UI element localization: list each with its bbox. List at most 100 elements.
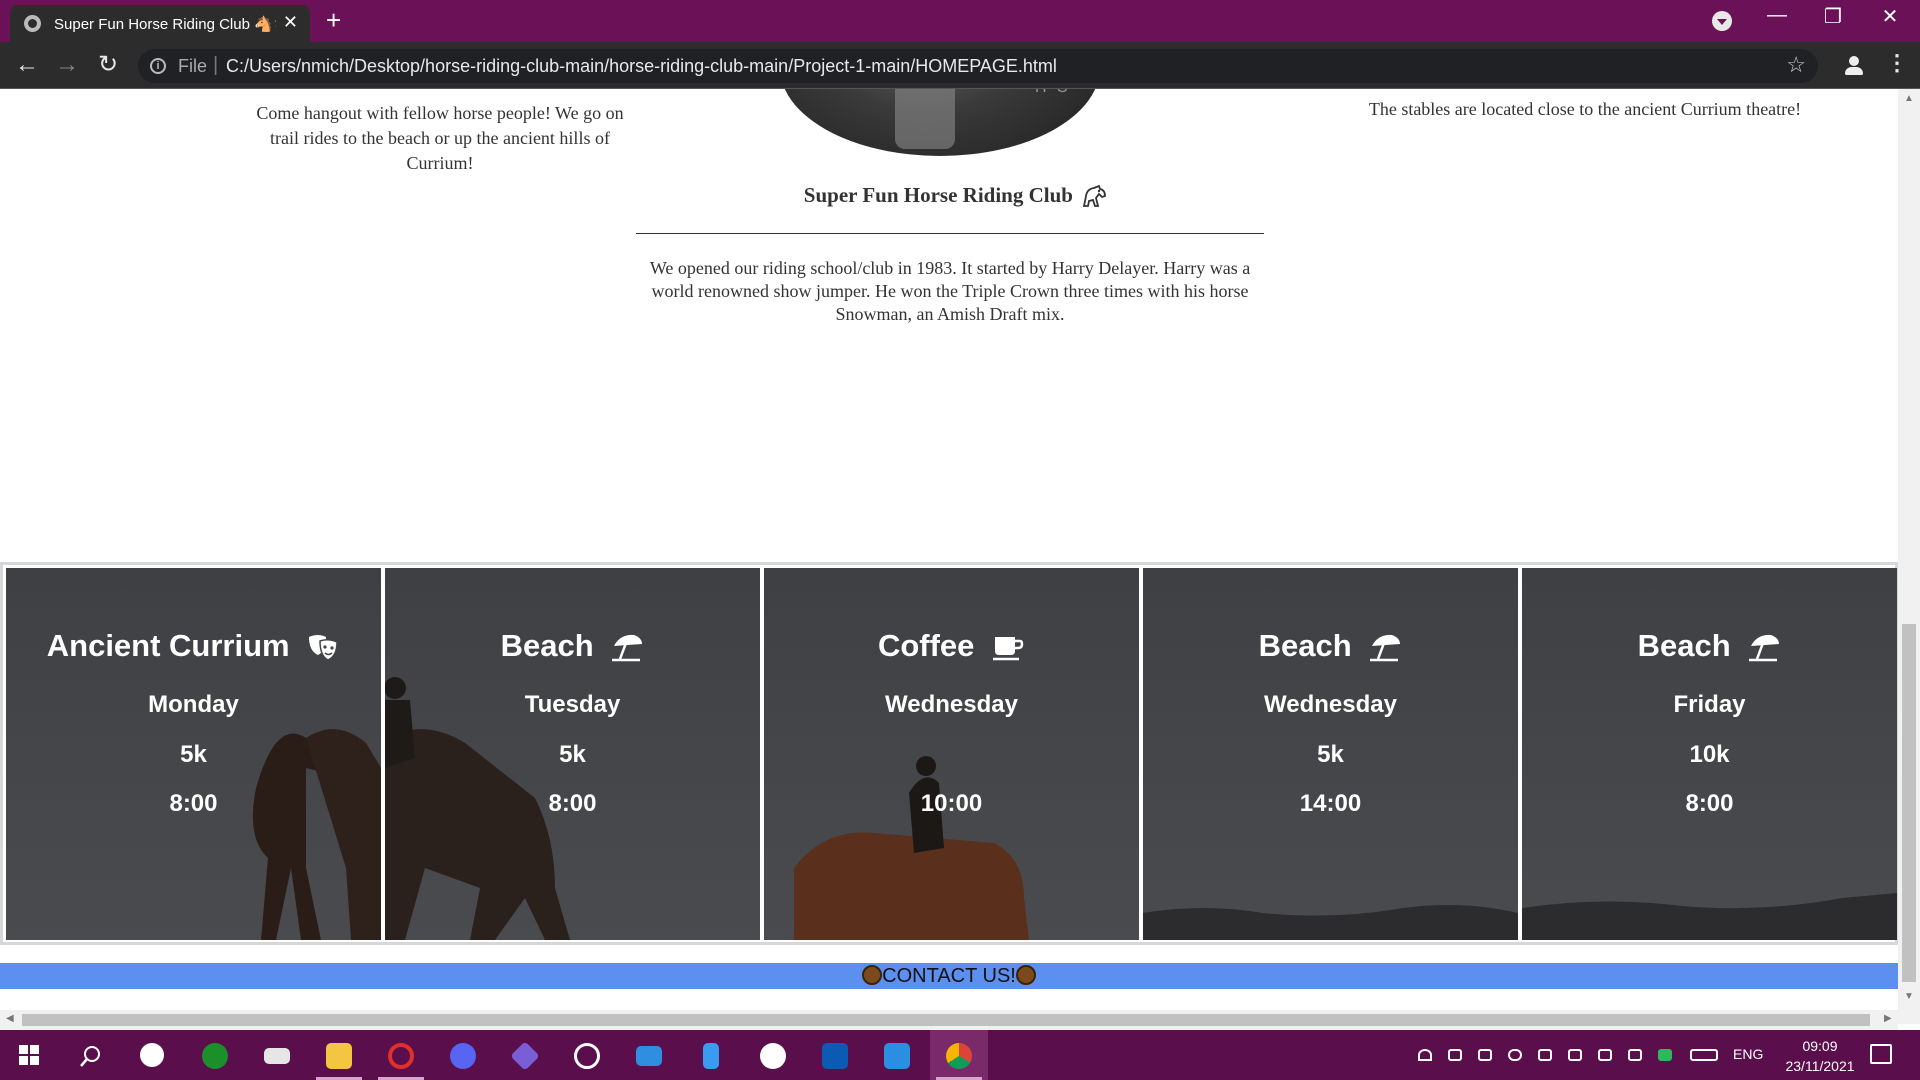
settings-icon[interactable] — [124, 1030, 182, 1080]
ride-time: 14:00 — [1299, 790, 1362, 817]
founder-photo: H S — [780, 89, 1100, 156]
horizontal-scroll-thumb[interactable] — [22, 1014, 1870, 1026]
horse-photo — [794, 756, 1029, 940]
horse-badge-icon — [1015, 965, 1036, 985]
back-button[interactable]: ← — [12, 50, 42, 80]
notification-icon[interactable] — [1870, 1044, 1892, 1064]
horse-badge-icon — [862, 965, 883, 985]
ride-location: Coffee — [764, 628, 1139, 664]
volume-icon[interactable] — [1448, 1049, 1462, 1061]
address-url[interactable]: C:/Users/nmich/Desktop/horse-riding-club… — [226, 56, 1057, 77]
search-icon[interactable] — [62, 1030, 120, 1080]
address-scheme: File — [178, 56, 208, 76]
file-explorer-icon[interactable] — [310, 1030, 368, 1080]
mail-icon[interactable] — [620, 1030, 678, 1080]
ride-card[interactable]: Beach Tuesday 5k 8:00 — [385, 568, 760, 940]
xbox-icon[interactable] — [186, 1030, 244, 1080]
ride-day: Wednesday — [1264, 691, 1397, 718]
browser-tab-strip: Super Fun Horse Riding Club 🐴🌴 ✕ + — ❐ ✕ — [0, 0, 1920, 42]
battery-icon[interactable] — [1478, 1049, 1492, 1061]
address-separator: | — [213, 54, 219, 76]
rides-section: Ancient Currium Monday 5k 8:00 Beach Tue… — [0, 562, 1898, 945]
security-shield-icon[interactable] — [1628, 1049, 1642, 1061]
speedometer-icon[interactable] — [558, 1030, 616, 1080]
ride-card[interactable]: Coffee Wednesday 10:00 — [764, 568, 1139, 940]
coffee-cup-icon — [993, 636, 1024, 661]
ride-day: Friday — [1673, 691, 1746, 718]
ride-day: Monday — [148, 691, 239, 718]
horizontal-scrollbar[interactable]: ◀ ▶ — [0, 1010, 1898, 1030]
clock[interactable]: 09:09 23/11/2021 — [1780, 1036, 1860, 1076]
taskbar: ENG 09:09 23/11/2021 — [0, 1030, 1920, 1080]
tab-search-button[interactable] — [1712, 11, 1732, 31]
browser-toolbar: ← → ↻ i File | C:/Users/nmich/Desktop/ho… — [0, 42, 1920, 89]
scroll-left-arrow[interactable]: ◀ — [6, 1013, 14, 1024]
stack-icon[interactable] — [248, 1030, 306, 1080]
ride-day: Tuesday — [524, 691, 621, 718]
onedrive-icon[interactable] — [1508, 1049, 1522, 1061]
network-icon[interactable] — [1418, 1049, 1432, 1061]
bookmark-star-icon[interactable]: ☆ — [1786, 52, 1806, 78]
discord-icon[interactable] — [434, 1030, 492, 1080]
vs-icon[interactable] — [496, 1030, 554, 1080]
close-window-button[interactable]: ✕ — [1865, 4, 1915, 29]
discord-tray-icon[interactable] — [1538, 1049, 1552, 1061]
ride-time: 8:00 — [1685, 790, 1734, 817]
phone-icon[interactable] — [682, 1030, 740, 1080]
vscode-icon[interactable] — [868, 1030, 926, 1080]
ride-location: Beach — [1522, 628, 1897, 664]
slack-icon[interactable] — [744, 1030, 802, 1080]
contact-link[interactable]: CONTACT US! — [882, 965, 1016, 987]
club-title-text: Super Fun Horse Riding Club — [803, 183, 1073, 207]
slack-tray-icon[interactable] — [1568, 1049, 1582, 1061]
club-title: Super Fun Horse Riding Club — [636, 183, 1276, 210]
restore-button[interactable]: ❐ — [1808, 4, 1858, 29]
intel-icon[interactable] — [806, 1030, 864, 1080]
keyboard-icon[interactable] — [1690, 1049, 1718, 1061]
forward-button[interactable]: → — [52, 50, 82, 80]
vertical-scroll-thumb[interactable] — [1902, 624, 1916, 982]
ride-card[interactable]: Ancient Currium Monday 5k 8:00 — [6, 568, 381, 940]
info-icon[interactable]: i — [150, 58, 166, 74]
scroll-down-arrow[interactable]: ▼ — [1904, 991, 1914, 1002]
ride-time: 10:00 — [920, 790, 983, 817]
page-viewport: Come hangout with fellow horse people! W… — [0, 89, 1898, 1010]
scroll-right-arrow[interactable]: ▶ — [1884, 1013, 1892, 1024]
vertical-scrollbar[interactable]: ▲ ▼ — [1898, 89, 1920, 1024]
contact-bar[interactable]: CONTACT US! — [0, 963, 1898, 989]
ride-distance: 10k — [1689, 741, 1730, 768]
ride-location: Beach — [1143, 628, 1518, 664]
ride-day: Wednesday — [885, 691, 1018, 718]
language-indicator[interactable]: ENG — [1733, 1046, 1763, 1062]
ride-distance: 5k — [559, 741, 586, 768]
title-divider — [636, 233, 1264, 234]
ride-location: Ancient Currium — [6, 628, 381, 664]
ride-card[interactable]: Beach Wednesday 5k 14:00 — [1143, 568, 1518, 940]
browser-tab[interactable]: Super Fun Horse Riding Club 🐴🌴 ✕ — [10, 5, 310, 42]
horse-icon — [1083, 184, 1107, 208]
beach-umbrella-icon — [1749, 634, 1780, 662]
photo-banner-text: H S — [1035, 89, 1071, 97]
tool-tray-icon[interactable] — [1598, 1049, 1612, 1061]
reload-button[interactable]: ↻ — [93, 50, 123, 80]
ride-distance: 5k — [180, 741, 207, 768]
tab-close-button[interactable]: ✕ — [283, 12, 298, 33]
start-icon[interactable] — [0, 1030, 58, 1080]
address-bar[interactable]: i File | C:/Users/nmich/Desktop/horse-ri… — [138, 49, 1818, 83]
ride-time: 8:00 — [548, 790, 597, 817]
chrome-icon[interactable] — [930, 1030, 988, 1080]
browser-menu-icon[interactable]: ⋮ — [1886, 50, 1908, 76]
intro-right-text: The stables are located close to the anc… — [1368, 99, 1802, 119]
globe-icon — [24, 15, 41, 32]
new-tab-button[interactable]: + — [326, 6, 341, 34]
app-tray-icon[interactable] — [1658, 1049, 1672, 1061]
minimize-button[interactable]: — — [1752, 4, 1802, 27]
scroll-up-arrow[interactable]: ▲ — [1904, 93, 1914, 104]
clock-time: 09:09 — [1802, 1038, 1838, 1054]
system-tray — [1418, 1030, 1718, 1080]
beach-umbrella-icon — [1370, 634, 1401, 662]
profile-icon[interactable] — [1843, 54, 1865, 76]
ride-time: 8:00 — [169, 790, 218, 817]
opera-icon[interactable] — [372, 1030, 430, 1080]
ride-card[interactable]: Beach Friday 10k 8:00 — [1522, 568, 1897, 940]
